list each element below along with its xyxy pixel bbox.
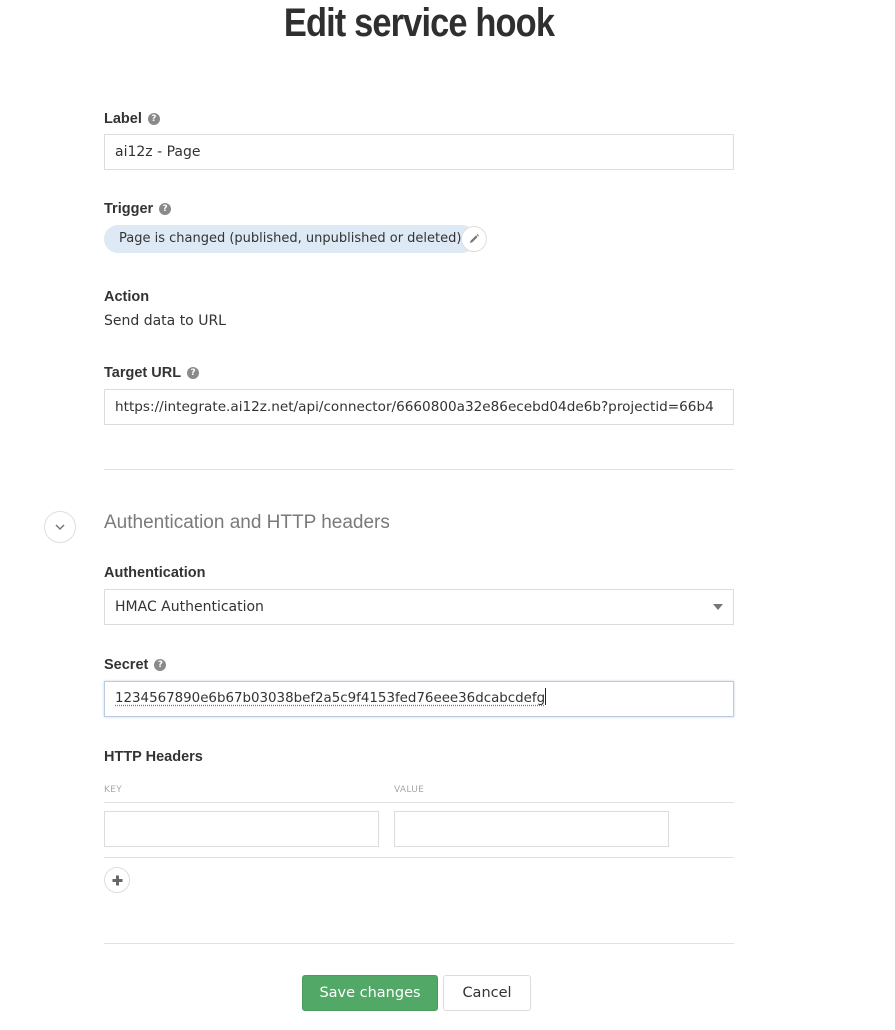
action-value: Send data to URL — [104, 313, 226, 329]
help-icon[interactable]: ? — [154, 659, 167, 671]
secret-input[interactable]: 1234567890e6b67b03038bef2a5c9f4153fed76e… — [104, 681, 734, 717]
trigger-badge: Page is changed (published, unpublished … — [104, 225, 477, 253]
target-url-label-text: Target URL — [104, 365, 182, 381]
authentication-label-text: Authentication — [104, 565, 206, 581]
trigger-field-label: Trigger ? — [104, 201, 172, 217]
pencil-icon — [470, 234, 479, 243]
save-changes-button[interactable]: Save changes — [302, 975, 438, 1011]
label-field-label-text: Label — [104, 111, 142, 127]
authentication-select[interactable]: HMAC Authentication — [104, 589, 734, 625]
help-icon[interactable]: ? — [187, 367, 200, 379]
trigger-label-text: Trigger — [104, 201, 154, 217]
column-header-key: KEY — [104, 785, 122, 795]
section-title: Authentication and HTTP headers — [104, 512, 390, 533]
plus-icon — [112, 875, 122, 885]
text-caret — [545, 688, 547, 705]
table-divider — [104, 857, 734, 858]
secret-value: 1234567890e6b67b03038bef2a5c9f4153fed76e… — [115, 691, 546, 706]
table-divider — [104, 802, 734, 803]
footer-divider — [104, 943, 734, 944]
action-field-label: Action — [104, 289, 149, 305]
action-label-text: Action — [104, 289, 150, 305]
help-icon[interactable]: ? — [147, 113, 160, 125]
authentication-selected-value: HMAC Authentication — [115, 599, 264, 615]
target-url-field-label: Target URL ? — [104, 365, 200, 381]
header-key-input[interactable] — [104, 811, 379, 847]
header-value-input[interactable] — [394, 811, 669, 847]
page-title: Edit service hook — [283, 1, 555, 45]
cancel-button[interactable]: Cancel — [443, 975, 531, 1011]
add-header-button[interactable] — [104, 867, 130, 893]
edit-trigger-button[interactable] — [461, 226, 487, 252]
column-header-value: VALUE — [394, 785, 425, 795]
dropdown-arrow-icon — [713, 604, 723, 610]
http-headers-label-text: HTTP Headers — [104, 749, 203, 765]
http-headers-field-label: HTTP Headers — [104, 749, 203, 765]
authentication-field-label: Authentication — [104, 565, 206, 581]
label-field-label: Label ? — [104, 111, 160, 127]
section-toggle-button[interactable] — [44, 511, 76, 543]
label-input[interactable]: ai12z - Page — [104, 134, 734, 170]
help-icon[interactable]: ? — [159, 203, 172, 215]
divider — [104, 469, 734, 470]
chevron-down-icon — [55, 524, 65, 531]
target-url-input[interactable]: https://integrate.ai12z.net/api/connecto… — [104, 389, 734, 425]
secret-label-text: Secret — [104, 657, 149, 673]
secret-field-label: Secret ? — [104, 657, 167, 673]
